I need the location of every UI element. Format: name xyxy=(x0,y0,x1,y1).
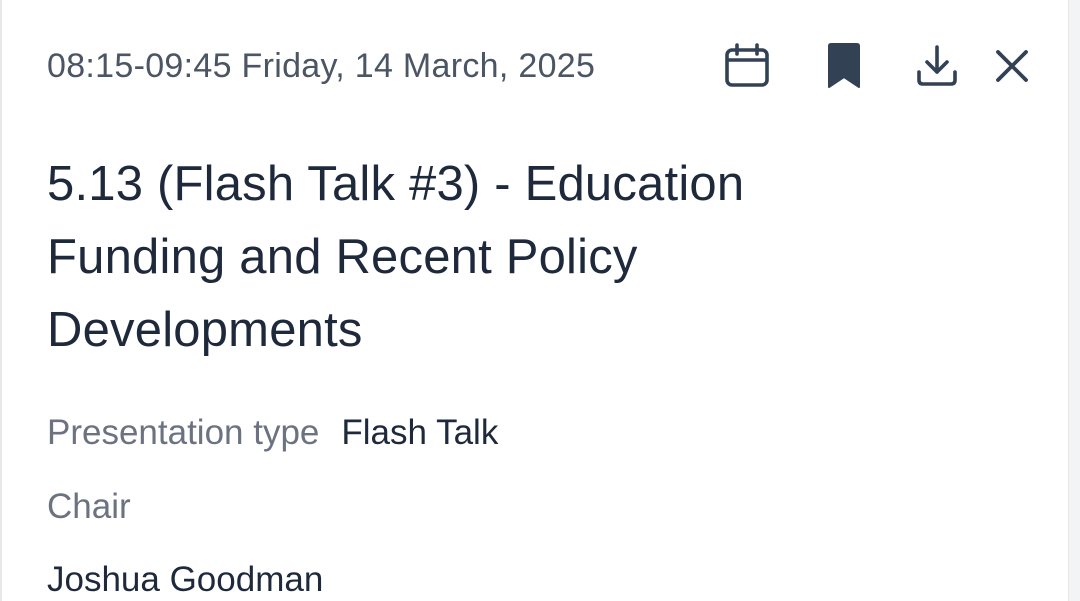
bookmark-button[interactable] xyxy=(822,42,866,90)
close-button[interactable] xyxy=(990,44,1034,88)
presentation-type-row: Presentation type Flash Talk xyxy=(47,410,498,456)
session-title: 5.13 (Flash Talk #3) - Education Funding… xyxy=(47,157,745,357)
session-detail-panel: 08:15-09:45 Friday, 14 March, 2025 5.13 … xyxy=(0,0,1068,601)
add-to-calendar-button[interactable] xyxy=(724,43,770,89)
session-datetime: 08:15-09:45 Friday, 14 March, 2025 xyxy=(47,47,596,85)
scrollbar-track[interactable] xyxy=(1068,0,1080,601)
session-header: 08:15-09:45 Friday, 14 March, 2025 xyxy=(47,42,1028,90)
presentation-type-value: Flash Talk xyxy=(341,413,499,452)
presentation-type-label: Presentation type xyxy=(47,413,320,452)
calendar-icon xyxy=(724,43,770,89)
chair-name[interactable]: Joshua Goodman xyxy=(47,557,323,601)
close-icon xyxy=(992,46,1032,86)
chair-label: Chair xyxy=(47,487,131,526)
download-icon xyxy=(915,44,959,88)
download-button[interactable] xyxy=(915,44,959,88)
bookmark-icon xyxy=(824,42,864,90)
